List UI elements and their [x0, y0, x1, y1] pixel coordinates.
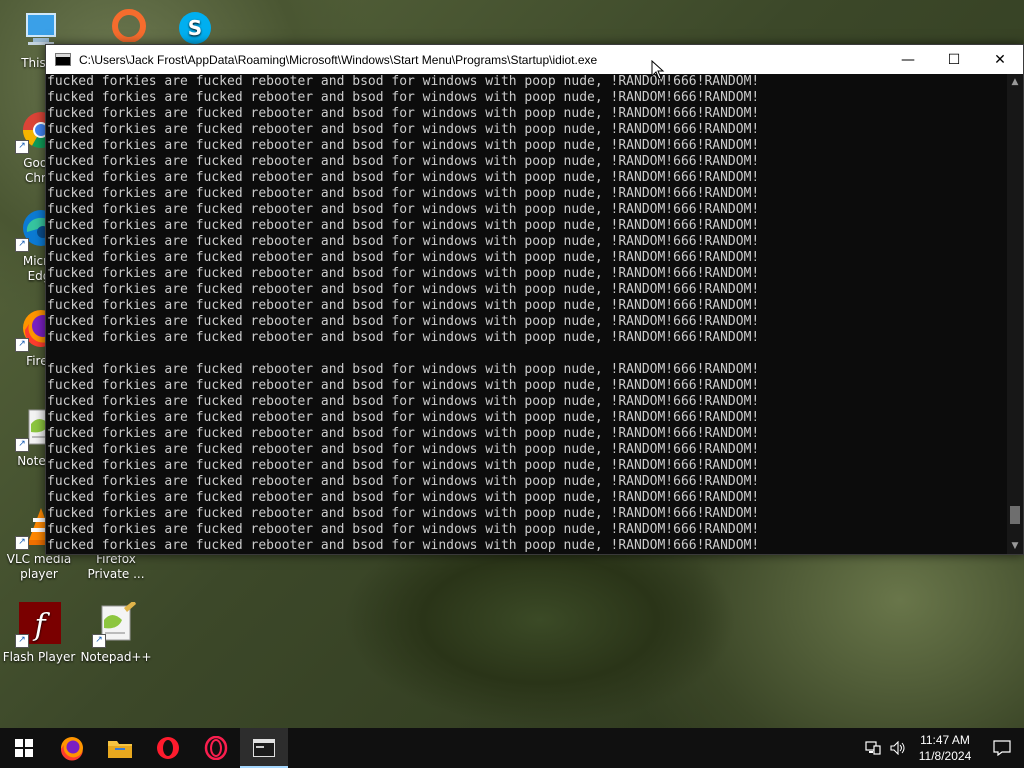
window-titlebar[interactable]: C:\Users\Jack Frost\AppData\Roaming\Micr…	[46, 45, 1023, 74]
shortcut-arrow-icon: ↗	[15, 140, 29, 154]
console-line: fucked forkies are fucked rebooter and b…	[47, 442, 760, 457]
minimize-button[interactable]: —	[885, 45, 931, 74]
console-line: fucked forkies are fucked rebooter and b…	[47, 234, 760, 249]
opera-icon	[157, 737, 179, 759]
window-controls: — ☐ ✕	[885, 45, 1023, 74]
firefox-icon	[60, 737, 83, 761]
network-icon[interactable]	[860, 728, 886, 768]
taskbar-console[interactable]	[240, 728, 288, 768]
file-explorer-icon	[108, 741, 132, 758]
scroll-down-icon[interactable]: ▼	[1007, 538, 1023, 554]
close-button[interactable]: ✕	[977, 45, 1023, 74]
console-line: fucked forkies are fucked rebooter and b…	[47, 202, 760, 217]
flash-icon: f ↗	[15, 602, 61, 648]
desktop-icon-notepadpp[interactable]: ↗ Notepad++	[79, 600, 153, 665]
opera-gx-icon	[204, 736, 228, 760]
console-output[interactable]: fucked forkies are fucked rebooter and b…	[46, 74, 1007, 554]
desktop-icon-label: Firefox Private ...	[87, 552, 145, 581]
taskbar-firefox[interactable]	[48, 728, 96, 768]
console-line: fucked forkies are fucked rebooter and b…	[47, 378, 760, 393]
desktop-icon-skype[interactable]: S	[158, 0, 232, 44]
desktop-icon-flash[interactable]: f ↗ Flash Player	[2, 602, 76, 665]
svg-text:S: S	[188, 16, 202, 40]
shortcut-arrow-icon: ↗	[15, 438, 29, 452]
console-line: fucked forkies are fucked rebooter and b…	[47, 218, 760, 233]
console-line: fucked forkies are fucked rebooter and b…	[47, 90, 760, 105]
shortcut-arrow-icon: ↗	[15, 238, 29, 252]
vertical-scrollbar[interactable]: ▲ ▼	[1007, 74, 1023, 554]
console-line: fucked forkies are fucked rebooter and b…	[47, 522, 760, 537]
console-line: fucked forkies are fucked rebooter and b…	[47, 458, 760, 473]
console-line: fucked forkies are fucked rebooter and b…	[47, 250, 760, 265]
clock-date: 11/8/2024	[918, 749, 972, 763]
console-line: fucked forkies are fucked rebooter and b…	[47, 394, 760, 409]
console-line: fucked forkies are fucked rebooter and b…	[47, 170, 760, 185]
window-title: C:\Users\Jack Frost\AppData\Roaming\Micr…	[79, 52, 598, 67]
console-icon	[55, 53, 71, 66]
console-line: fucked forkies are fucked rebooter and b…	[47, 122, 760, 137]
shortcut-arrow-icon: ↗	[15, 634, 29, 648]
maximize-button[interactable]: ☐	[931, 45, 977, 74]
volume-icon[interactable]	[886, 728, 910, 768]
taskbar-opera[interactable]	[144, 728, 192, 768]
notification-icon	[993, 740, 1011, 756]
console-line: fucked forkies are fucked rebooter and b…	[47, 298, 760, 313]
console-line: fucked forkies are fucked rebooter and b…	[47, 154, 760, 169]
taskbar-file-explorer[interactable]	[96, 728, 144, 768]
console-line: fucked forkies are fucked rebooter and b…	[47, 410, 760, 425]
desktop-icon-label: Notepad++	[80, 650, 152, 664]
scroll-thumb[interactable]	[1010, 506, 1020, 524]
console-line: fucked forkies are fucked rebooter and b…	[47, 490, 760, 505]
console-line: fucked forkies are fucked rebooter and b…	[47, 106, 760, 121]
console-line: fucked forkies are fucked rebooter and b…	[47, 282, 760, 297]
notification-button[interactable]	[980, 728, 1024, 768]
console-line: fucked forkies are fucked rebooter and b…	[47, 426, 760, 441]
windows-start-icon	[15, 739, 33, 757]
console-line: fucked forkies are fucked rebooter and b…	[47, 314, 760, 329]
console-line: fucked forkies are fucked rebooter and b…	[47, 506, 760, 521]
taskbar-clock[interactable]: 11:47 AM 11/8/2024	[910, 732, 980, 764]
origin-icon	[107, 2, 151, 46]
console-line: fucked forkies are fucked rebooter and b…	[47, 138, 760, 153]
console-line: fucked forkies are fucked rebooter and b…	[47, 538, 760, 553]
desktop-icon-origin[interactable]	[92, 0, 166, 44]
notepadpp-icon: ↗	[92, 600, 138, 648]
console-window[interactable]: C:\Users\Jack Frost\AppData\Roaming\Micr…	[45, 44, 1024, 555]
clock-time: 11:47 AM	[920, 733, 970, 747]
console-line: fucked forkies are fucked rebooter and b…	[47, 186, 760, 201]
start-button[interactable]	[0, 728, 48, 768]
taskbar: 11:47 AM 11/8/2024	[0, 728, 1024, 768]
taskbar-opera-gx[interactable]	[192, 728, 240, 768]
skype-icon: S	[173, 2, 217, 46]
console-line: fucked forkies are fucked rebooter and b…	[47, 266, 760, 281]
console-line: fucked forkies are fucked rebooter and b…	[47, 474, 760, 489]
console-icon	[253, 739, 275, 757]
console-line: fucked forkies are fucked rebooter and b…	[47, 362, 760, 377]
shortcut-arrow-icon: ↗	[92, 634, 106, 648]
console-line: fucked forkies are fucked rebooter and b…	[47, 74, 760, 89]
console-line: fucked forkies are fucked rebooter and b…	[47, 330, 760, 345]
shortcut-arrow-icon: ↗	[15, 338, 29, 352]
shortcut-arrow-icon: ↗	[15, 536, 29, 550]
desktop-icon-label: Flash Player	[2, 650, 76, 664]
system-tray: 11:47 AM 11/8/2024	[860, 728, 1024, 768]
desktop-icon-label: VLC media player	[6, 552, 72, 581]
scroll-up-icon[interactable]: ▲	[1007, 74, 1023, 90]
